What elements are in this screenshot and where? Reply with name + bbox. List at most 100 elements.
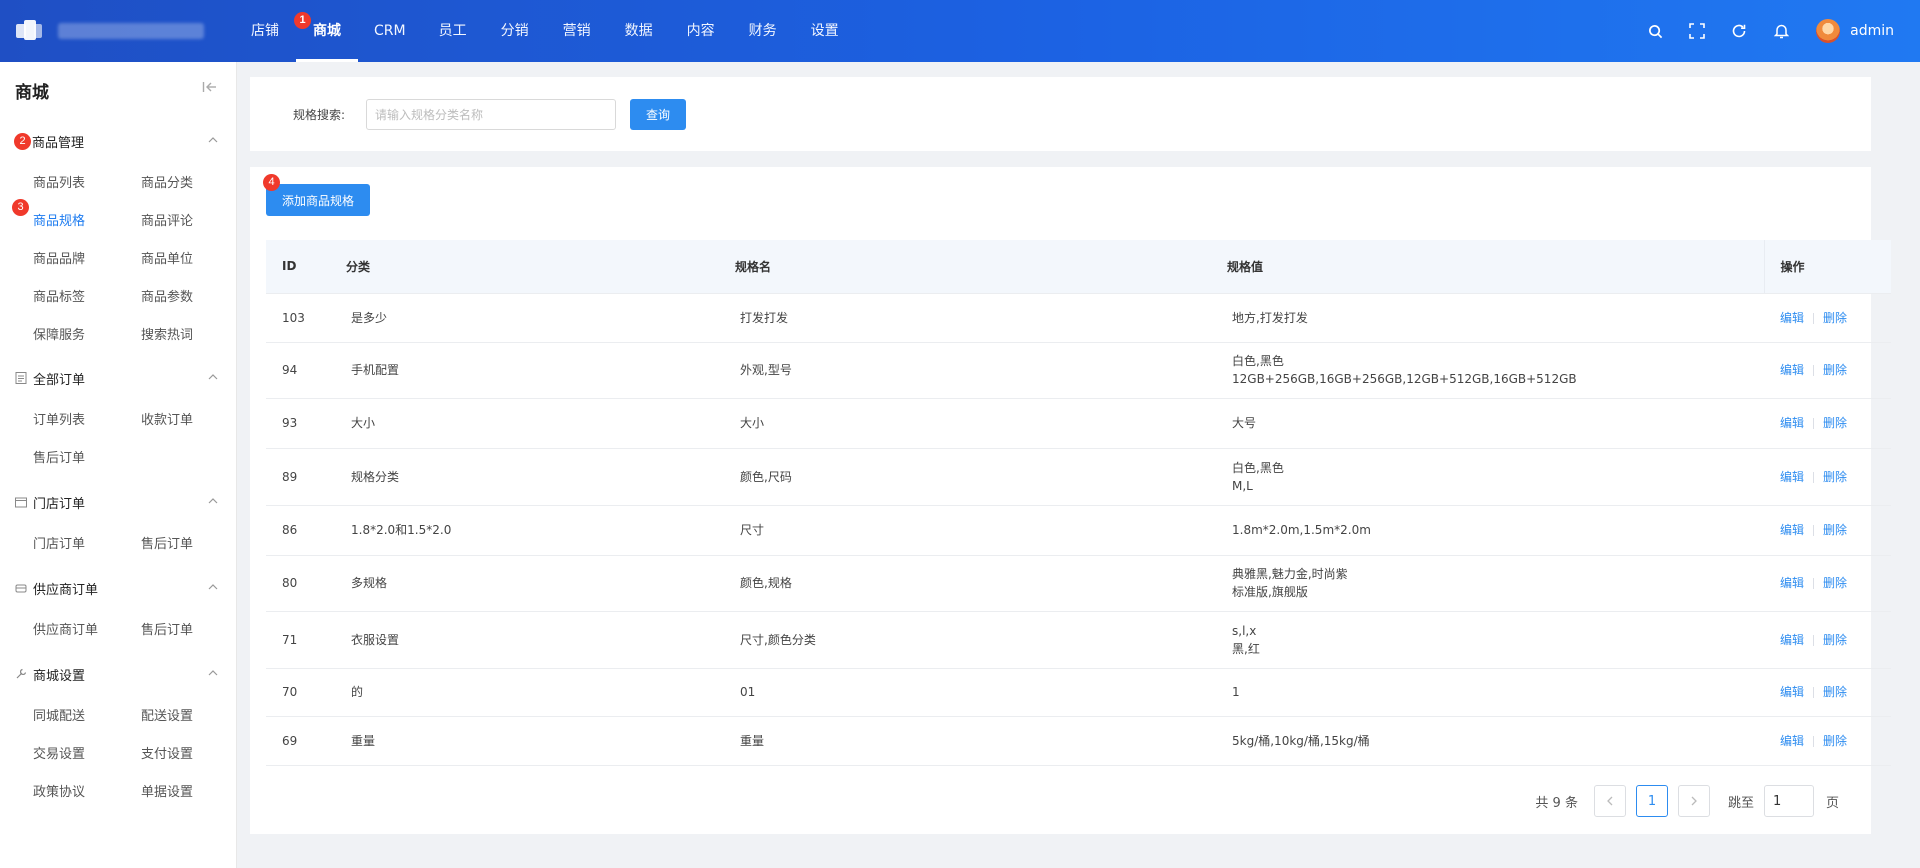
cell-spec-name: 尺寸,颜色分类 [719,611,1211,669]
query-button[interactable]: 查询 [630,99,686,130]
sidebar-group-product-management[interactable]: 2 商品管理 [14,131,224,151]
table-row: 103 是多少 打发打发 地方,打发打发 编辑 删除 [266,293,1891,343]
sidebar-item-payment-orders[interactable]: 收款订单 [141,409,193,428]
sidebar-item-store-after-sale[interactable]: 售后订单 [141,533,193,552]
nav-item-finance[interactable]: 财务 [732,0,794,62]
edit-link[interactable]: 编辑 [1780,685,1804,699]
prev-page-icon[interactable] [1593,785,1626,817]
nav-item-staff[interactable]: 员工 [422,0,484,62]
sidebar-item-after-sale-orders[interactable]: 售后订单 [33,447,85,466]
nav-item-settings[interactable]: 设置 [794,0,856,62]
edit-link[interactable]: 编辑 [1780,734,1804,748]
sidebar-item-product-brand[interactable]: 商品品牌 [33,248,85,267]
edit-link[interactable]: 编辑 [1780,523,1804,537]
nav-item-data[interactable]: 数据 [608,0,670,62]
sidebar-item-product-spec[interactable]: 商品规格 [33,210,85,229]
user-avatar[interactable] [1816,19,1841,43]
nav-item-content[interactable]: 内容 [670,0,732,62]
next-page-icon[interactable] [1677,785,1710,817]
refresh-icon[interactable] [1718,0,1760,62]
spec-value-line: 大号 [1232,416,1257,430]
jump-page-input[interactable] [1763,785,1814,817]
spec-value-line: 5kg/桶,10kg/桶,15kg/桶 [1232,733,1370,748]
supplier-icon [15,584,27,593]
spec-search-input[interactable] [366,99,616,130]
nav-item-store[interactable]: 店铺 [234,0,296,62]
bell-icon[interactable] [1760,0,1802,62]
sidebar-group-store-orders[interactable]: 门店订单 [14,492,224,512]
page-number-current[interactable]: 1 [1635,785,1668,817]
fullscreen-icon[interactable] [1676,0,1718,62]
edit-link[interactable]: 编辑 [1780,633,1804,647]
edit-link[interactable]: 编辑 [1780,470,1804,484]
sidebar-item-trade-settings[interactable]: 交易设置 [33,743,85,762]
sidebar-item-hot-search[interactable]: 搜索热词 [141,324,193,343]
sidebar-item-product-category[interactable]: 商品分类 [141,172,193,191]
logo-mark [12,18,46,44]
sidebar-item-guarantee-service[interactable]: 保障服务 [33,324,85,343]
delete-link[interactable]: 删除 [1823,311,1847,325]
sidebar-item-policy-agreement[interactable]: 政策协议 [33,781,85,800]
cell-spec-values: s,l,x 黑,红 [1211,611,1764,669]
sidebar-group-mall-settings[interactable]: 商城设置 [14,664,224,684]
delete-link[interactable]: 删除 [1823,363,1847,377]
logo[interactable] [12,18,204,44]
order-list-icon [15,372,27,384]
sidebar-item-local-delivery[interactable]: 同城配送 [33,705,85,724]
nav-item-marketing[interactable]: 营销 [546,0,608,62]
collapse-sidebar-icon[interactable] [202,80,220,96]
spec-value-line: s,l,x [1232,623,1257,638]
add-spec-button[interactable]: 添加商品规格 [266,184,370,216]
sidebar-group-label: 供应商订单 [33,582,99,598]
edit-link[interactable]: 编辑 [1780,311,1804,325]
cell-spec-values: 大号 [1211,398,1764,449]
cell-category: 大小 [330,398,719,449]
delete-link[interactable]: 删除 [1823,470,1847,484]
edit-link[interactable]: 编辑 [1780,363,1804,377]
table-row: 86 1.8*2.0和1.5*2.0 尺寸 1.8m*2.0m,1.5m*2.0m 编辑… [266,505,1891,556]
sidebar-item-supplier-orders[interactable]: 供应商订单 [33,619,98,638]
edit-link[interactable]: 编辑 [1780,416,1804,430]
cell-category: 是多少 [330,293,719,343]
edit-link[interactable]: 编辑 [1780,576,1804,590]
sidebar-item-receipt-settings[interactable]: 单据设置 [141,781,193,800]
cell-id: 93 [266,398,330,449]
user-name[interactable]: admin [1850,23,1894,39]
chevron-up-icon [208,137,218,143]
delete-link[interactable]: 删除 [1823,416,1847,430]
step-badge-1: 1 [294,12,311,29]
delete-link[interactable]: 删除 [1823,523,1847,537]
sidebar-item-payment-settings[interactable]: 支付设置 [141,743,193,762]
cell-actions: 编辑 删除 [1764,668,1891,717]
nav-item-distribution[interactable]: 分销 [484,0,546,62]
nav-item-mall[interactable]: 商城 1 [294,0,358,62]
sidebar-group-all-orders[interactable]: 全部订单 [14,368,224,388]
cell-actions: 编辑 删除 [1764,448,1891,506]
delete-link[interactable]: 删除 [1823,734,1847,748]
cell-actions: 编辑 删除 [1764,716,1891,766]
delete-link[interactable]: 删除 [1823,576,1847,590]
sidebar-item-delivery-settings[interactable]: 配送设置 [141,705,193,724]
sidebar-item-product-unit[interactable]: 商品单位 [141,248,193,267]
sidebar-item-product-tag[interactable]: 商品标签 [33,286,85,305]
sidebar-item-product-review[interactable]: 商品评论 [141,210,193,229]
sidebar-item-store-orders[interactable]: 门店订单 [33,533,85,552]
cell-spec-name: 01 [719,668,1211,717]
page-suffix: 页 [1825,795,1839,811]
delete-link[interactable]: 删除 [1823,685,1847,699]
delete-link[interactable]: 删除 [1823,633,1847,647]
column-header-spec-values: 规格值 [1211,240,1764,294]
spec-value-line: 1.8m*2.0m,1.5m*2.0m [1232,523,1371,537]
search-icon[interactable] [1634,0,1676,62]
nav-item-crm[interactable]: CRM [358,0,422,62]
sidebar-item-order-list[interactable]: 订单列表 [33,409,85,428]
cell-spec-name: 颜色,尺码 [719,448,1211,506]
sidebar-item-product-param[interactable]: 商品参数 [141,286,193,305]
action-divider [1813,687,1815,698]
sidebar-item-product-list[interactable]: 商品列表 [33,172,85,191]
sidebar-group-supplier-orders[interactable]: 供应商订单 [14,578,224,598]
spec-search-label: 规格搜索: [293,108,346,122]
top-bar: 店铺 商城 1 CRM 员工 分销 营销 数据 内容 财务 设置 admin [0,0,1920,62]
action-divider [1813,525,1815,536]
sidebar-item-supplier-after-sale[interactable]: 售后订单 [141,619,193,638]
